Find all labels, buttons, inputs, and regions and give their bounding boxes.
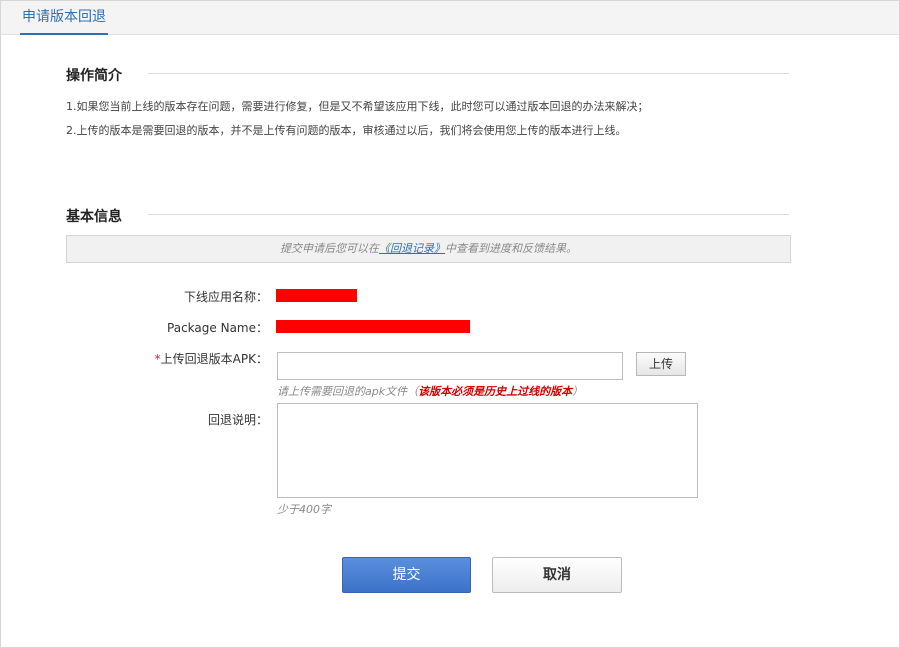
cancel-button[interactable]: 取消 bbox=[492, 557, 622, 593]
apk-hint: 请上传需要回退的apk文件（该版本必须是历史上过线的版本） bbox=[277, 383, 583, 399]
notice-prefix: 提交申请后您可以在 bbox=[280, 242, 379, 255]
apk-hint-warning: 该版本必须是历史上过线的版本 bbox=[418, 385, 573, 398]
basic-info-section-divider bbox=[148, 214, 789, 215]
apk-upload-label-text: 上传回退版本APK： bbox=[160, 352, 268, 366]
apk-hint-suffix: ） bbox=[572, 385, 584, 398]
intro-section-title: 操作简介 bbox=[66, 68, 122, 84]
package-name-label: Package Name： bbox=[167, 321, 268, 335]
apk-upload-label: *上传回退版本APK： bbox=[0, 350, 268, 367]
submit-button[interactable]: 提交 bbox=[342, 557, 471, 593]
package-name-value-redacted bbox=[276, 320, 470, 333]
intro-section-divider bbox=[148, 73, 789, 74]
rollback-records-link[interactable]: 《回退记录》 bbox=[379, 242, 445, 255]
rollback-reason-label: 回退说明： bbox=[207, 413, 268, 427]
app-name-label: 下线应用名称： bbox=[183, 290, 268, 304]
apk-hint-prefix: 请上传需要回退的apk文件（ bbox=[277, 385, 419, 398]
notice-suffix: 中查看到进度和反馈结果。 bbox=[445, 242, 577, 255]
rollback-reason-textarea[interactable] bbox=[277, 403, 698, 498]
upload-button[interactable]: 上传 bbox=[636, 352, 686, 376]
tab-apply-rollback[interactable]: 申请版本回退 bbox=[20, 1, 108, 35]
top-tab-bar: 申请版本回退 bbox=[1, 1, 899, 35]
notice-bar: 提交申请后您可以在《回退记录》中查看到进度和反馈结果。 bbox=[66, 235, 791, 263]
rollback-reason-hint: 少于400字 bbox=[277, 503, 331, 516]
app-name-value-redacted bbox=[276, 289, 357, 302]
intro-line-2: 2.上传的版本是需要回退的版本，并不是上传有问题的版本，审核通过以后，我们将会使… bbox=[66, 124, 627, 137]
intro-line-1: 1.如果您当前上线的版本存在问题，需要进行修复，但是又不希望该应用下线，此时您可… bbox=[66, 100, 649, 113]
apk-file-input[interactable] bbox=[277, 352, 623, 380]
basic-info-section-title: 基本信息 bbox=[66, 209, 122, 225]
